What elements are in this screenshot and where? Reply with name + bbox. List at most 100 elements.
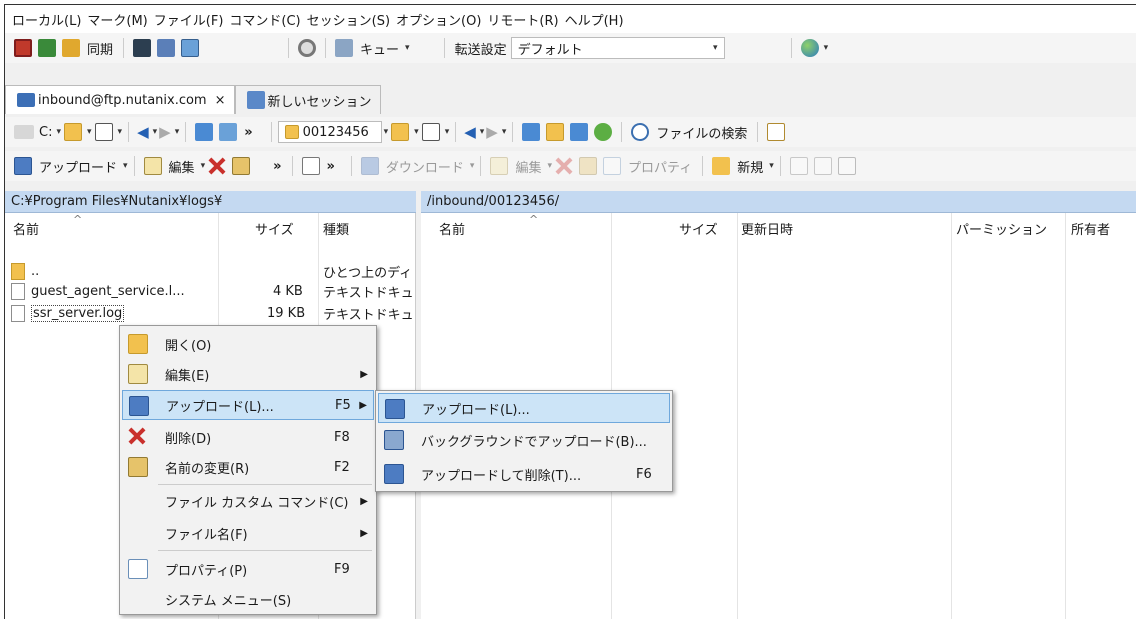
compare-directories-icon[interactable] xyxy=(38,39,56,57)
list-item-selected[interactable]: ssr_server.log 19 KB テキストドキュ xyxy=(5,303,415,323)
synchronize-button[interactable]: 同期 xyxy=(87,39,113,58)
column-type[interactable]: 種類 xyxy=(323,219,349,238)
more-tools-button[interactable]: » xyxy=(244,125,252,140)
open-folder-icon[interactable] xyxy=(64,123,82,141)
putty-icon[interactable] xyxy=(157,39,176,57)
preferences-icon[interactable] xyxy=(298,39,317,57)
chevron-down-icon[interactable]: ▾ xyxy=(769,161,774,171)
submenu-item-background-upload[interactable]: バックグラウンドでアップロード(B)... xyxy=(378,425,670,455)
menu-item-system-menu[interactable]: システム メニュー(S) xyxy=(122,584,374,614)
upload-button[interactable]: アップロード xyxy=(39,157,117,176)
rename-icon[interactable] xyxy=(232,157,251,175)
column-name[interactable]: 名前 xyxy=(439,219,465,238)
properties-icon[interactable] xyxy=(603,157,621,175)
column-size[interactable]: サイズ xyxy=(679,219,718,238)
chevron-down-icon[interactable]: ▾ xyxy=(445,127,450,137)
chevron-down-icon[interactable]: ▾ xyxy=(87,127,92,137)
parent-directory-icon[interactable] xyxy=(522,123,541,141)
edit-icon[interactable] xyxy=(143,157,162,175)
terminal-icon[interactable] xyxy=(133,39,152,57)
chevron-down-icon[interactable]: ▾ xyxy=(153,127,158,137)
new-icon[interactable] xyxy=(712,157,731,175)
more-actions-button[interactable]: » xyxy=(327,159,335,174)
filter-icon[interactable] xyxy=(421,123,440,141)
refresh-icon[interactable] xyxy=(594,123,613,141)
menu-remote[interactable]: リモート(R) xyxy=(484,10,561,29)
home-icon[interactable] xyxy=(570,123,589,141)
menu-item-rename[interactable]: 名前の変更(R) F2 xyxy=(122,452,374,482)
menu-item-properties[interactable]: プロパティ(P) F9 xyxy=(122,554,374,584)
commander-layout-icon[interactable] xyxy=(14,39,32,57)
menu-help[interactable]: ヘルプ(H) xyxy=(562,10,627,29)
internet-icon[interactable] xyxy=(800,39,819,57)
chevron-down-icon[interactable]: ▾ xyxy=(480,127,485,137)
list-item[interactable]: .. ひとつ上のディ xyxy=(5,261,415,281)
menu-item-file-names[interactable]: ファイル名(F) ▶ xyxy=(122,518,374,548)
queue-icon[interactable] xyxy=(335,39,354,57)
chevron-down-icon[interactable]: ▾ xyxy=(414,127,419,137)
forward-icon[interactable]: ▶ xyxy=(159,123,171,141)
minus-icon[interactable] xyxy=(813,157,832,175)
menu-item-upload[interactable]: アップロード(L)... F5 ▶ xyxy=(122,390,374,420)
menu-item-custom-commands[interactable]: ファイル カスタム コマンド(C) ▶ xyxy=(122,486,374,516)
menu-mark[interactable]: マーク(M) xyxy=(84,10,150,29)
parent-directory-icon[interactable] xyxy=(195,123,214,141)
chevron-down-icon[interactable]: ▾ xyxy=(123,161,128,171)
chevron-down-icon[interactable]: ▾ xyxy=(201,161,206,171)
upload-icon[interactable] xyxy=(14,157,32,175)
column-size[interactable]: サイズ xyxy=(255,219,294,238)
submenu-item-upload[interactable]: アップロード(L)... xyxy=(378,393,670,423)
local-drive-select[interactable]: C: xyxy=(39,125,52,140)
search-icon[interactable] xyxy=(631,123,650,141)
menu-command[interactable]: コマンド(C) xyxy=(226,10,303,29)
rename-icon[interactable] xyxy=(579,157,597,175)
close-icon[interactable]: × xyxy=(215,93,226,108)
chevron-down-icon[interactable]: ▾ xyxy=(502,127,507,137)
edit-icon[interactable] xyxy=(490,157,509,175)
column-permissions[interactable]: パーミッション xyxy=(956,219,1047,238)
synchronize-icon[interactable] xyxy=(62,39,80,57)
find-files-button[interactable]: ファイルの検索 xyxy=(656,123,747,142)
column-name[interactable]: 名前 xyxy=(13,219,39,238)
menu-options[interactable]: オプション(O) xyxy=(393,10,484,29)
download-icon[interactable] xyxy=(360,157,379,175)
chevron-down-icon[interactable]: ▾ xyxy=(56,127,61,137)
chevron-down-icon[interactable]: ▾ xyxy=(384,127,389,137)
download-button[interactable]: ダウンロード xyxy=(386,157,464,176)
column-modified[interactable]: 更新日時 xyxy=(741,219,793,238)
window-icon[interactable] xyxy=(181,39,200,57)
back-icon[interactable]: ◀ xyxy=(464,123,476,141)
menu-item-delete[interactable]: 削除(D) F8 xyxy=(122,422,374,452)
tab-session[interactable]: inbound@ftp.nutanix.com × xyxy=(5,85,235,114)
plus-icon[interactable] xyxy=(789,157,808,175)
remote-properties-button[interactable]: プロパティ xyxy=(628,157,692,176)
chevron-down-icon[interactable]: ▾ xyxy=(118,127,123,137)
filter-icon[interactable] xyxy=(94,123,113,141)
menu-file[interactable]: ファイル(F) xyxy=(151,10,227,29)
new-button[interactable]: 新規 xyxy=(737,157,763,176)
plus-icon[interactable] xyxy=(301,157,320,175)
column-owner[interactable]: 所有者 xyxy=(1071,219,1110,238)
menu-item-open[interactable]: 開く(O) xyxy=(122,329,374,359)
forward-icon[interactable]: ▶ xyxy=(486,123,498,141)
menu-local[interactable]: ローカル(L) xyxy=(9,10,84,29)
list-item[interactable]: guest_agent_service.l... 4 KB テキストドキュ xyxy=(5,281,415,301)
back-icon[interactable]: ◀ xyxy=(137,123,149,141)
tab-new-session[interactable]: 新しいセッション xyxy=(234,85,381,114)
chevron-down-icon[interactable]: ▾ xyxy=(470,161,475,171)
chevron-down-icon[interactable]: ▾ xyxy=(547,161,552,171)
queue-button[interactable]: キュー xyxy=(360,39,399,58)
delete-icon[interactable] xyxy=(208,157,226,175)
root-directory-icon[interactable] xyxy=(546,123,565,141)
submenu-item-upload-and-delete[interactable]: アップロードして削除(T)... F6 xyxy=(378,459,670,489)
chevron-down-icon[interactable]: ▾ xyxy=(405,43,410,53)
root-directory-icon[interactable] xyxy=(219,123,238,141)
delete-icon[interactable] xyxy=(555,157,573,175)
edit-button[interactable]: 編集 xyxy=(169,157,195,176)
remote-edit-button[interactable]: 編集 xyxy=(515,157,541,176)
transfer-settings-select[interactable]: デフォルト ▾ xyxy=(510,37,725,59)
open-folder-icon[interactable] xyxy=(391,123,410,141)
remote-path-select[interactable]: 00123456 xyxy=(277,121,382,143)
menu-item-edit[interactable]: 編集(E) ▶ xyxy=(122,359,374,389)
more-actions-button[interactable]: » xyxy=(273,159,281,174)
